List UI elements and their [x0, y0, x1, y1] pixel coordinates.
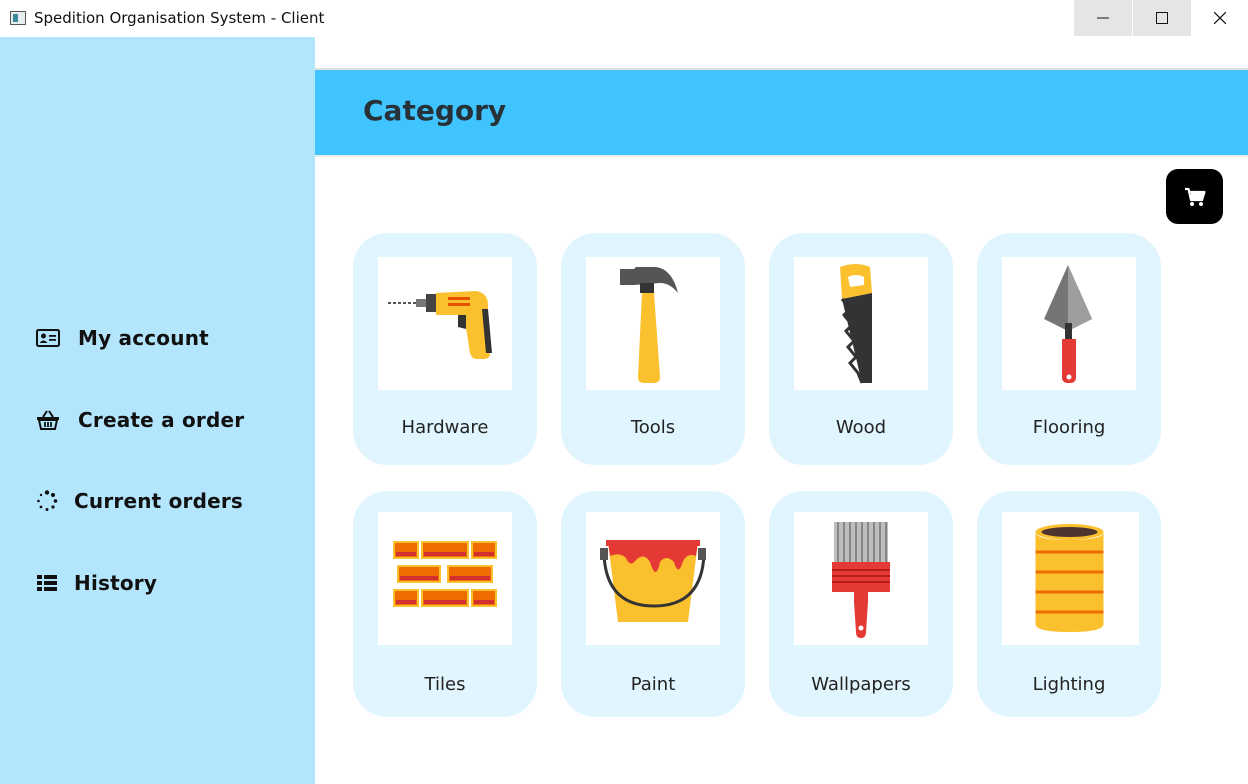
trowel-icon	[1002, 257, 1136, 390]
app-icon	[10, 11, 26, 25]
maximize-icon	[1156, 12, 1168, 24]
sidebar-item-current-orders[interactable]: Current orders	[36, 486, 243, 516]
basket-icon	[36, 409, 62, 431]
bricks-icon	[378, 512, 512, 645]
barrel-icon	[1002, 512, 1139, 645]
category-tile-flooring[interactable]: Flooring	[977, 233, 1161, 465]
category-tile-wallpapers[interactable]: Wallpapers	[769, 491, 953, 717]
category-label: Paint	[630, 674, 676, 695]
page-title: Category	[363, 94, 507, 127]
sidebar-item-history[interactable]: History	[36, 568, 157, 598]
maximize-button[interactable]	[1133, 0, 1191, 36]
hammer-icon	[586, 257, 720, 390]
list-icon	[36, 572, 62, 594]
sidebar: My account Create a order Current orders…	[0, 37, 315, 784]
sidebar-item-label: History	[74, 571, 158, 595]
cart-icon	[1184, 187, 1206, 206]
page-header: Category	[315, 70, 1248, 155]
category-tile-hardware[interactable]: Hardware	[353, 233, 537, 465]
category-label: Wood	[835, 417, 887, 438]
category-tile-wood[interactable]: Wood	[769, 233, 953, 465]
close-button[interactable]	[1191, 0, 1248, 36]
category-tile-tiles[interactable]: Tiles	[353, 491, 537, 717]
header-bottom-divider	[315, 155, 1248, 157]
minimize-icon	[1097, 17, 1109, 19]
category-label: Tiles	[424, 674, 466, 695]
category-label: Hardware	[401, 417, 489, 438]
spinner-icon	[36, 490, 62, 512]
minimize-button[interactable]	[1074, 0, 1132, 36]
saw-icon	[794, 257, 928, 390]
category-label: Lighting	[1032, 674, 1106, 695]
category-label: Tools	[630, 417, 676, 438]
sidebar-item-label: My account	[78, 326, 209, 350]
drill-icon	[378, 257, 512, 390]
category-tile-tools[interactable]: Tools	[561, 233, 745, 465]
category-label: Wallpapers	[811, 674, 911, 695]
sidebar-item-my-account[interactable]: My account	[36, 323, 209, 353]
paint-brush-icon	[794, 512, 928, 645]
cart-button[interactable]	[1166, 169, 1223, 224]
category-tile-lighting[interactable]: Lighting	[977, 491, 1161, 717]
id-card-icon	[36, 327, 62, 349]
category-label: Flooring	[1032, 417, 1106, 438]
category-tile-paint[interactable]: Paint	[561, 491, 745, 717]
paint-bucket-icon	[586, 512, 720, 645]
sidebar-item-label: Current orders	[74, 489, 244, 513]
title-bar: Spedition Organisation System - Client	[0, 0, 1248, 37]
sidebar-item-label: Create a order	[78, 408, 245, 432]
window-title: Spedition Organisation System - Client	[34, 9, 325, 27]
sidebar-item-create-order[interactable]: Create a order	[36, 405, 244, 435]
close-icon	[1214, 12, 1226, 24]
